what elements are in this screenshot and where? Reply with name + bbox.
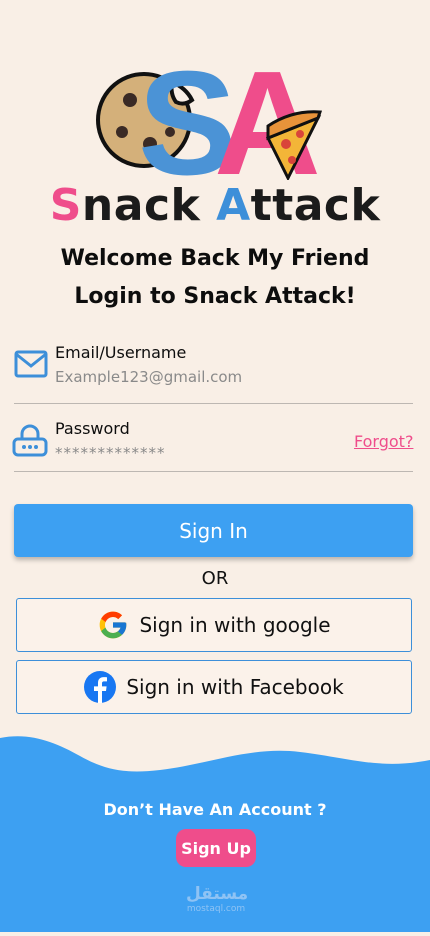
no-account-text: Don’t Have An Account ? [103, 800, 327, 819]
brand-letter-a: A [216, 180, 251, 231]
brand-letter-s: S [49, 180, 82, 231]
brand-word-ttack: ttack [250, 180, 381, 231]
facebook-sign-in-button[interactable]: Sign in with Facebook [16, 660, 412, 714]
welcome-heading: Welcome Back My Friend [60, 246, 370, 271]
mostaql-watermark: مستقل mostaql.com [186, 884, 249, 914]
or-separator: OR [201, 568, 229, 589]
password-label: Password [55, 419, 130, 438]
sign-up-button[interactable]: Sign Up [176, 829, 256, 867]
forgot-password-link[interactable]: Forgot? [354, 432, 413, 451]
watermark-latin: mostaql.com [186, 904, 246, 914]
brand-name: Snack Attack [0, 178, 430, 234]
google-icon [97, 609, 129, 641]
brand-word-nack: nack [81, 180, 217, 231]
password-field[interactable]: ************* [55, 444, 335, 466]
facebook-sign-in-label: Sign in with Facebook [126, 675, 344, 699]
email-field[interactable]: Example123@gmail.com [55, 368, 395, 390]
lock-icon [12, 424, 48, 462]
watermark-arabic: مستقل [186, 884, 249, 904]
password-divider [14, 471, 413, 472]
google-sign-in-button[interactable]: Sign in with google [16, 598, 412, 652]
email-label: Email/Username [55, 343, 187, 362]
snack-attack-logo: S A [92, 41, 332, 206]
sign-in-button[interactable]: Sign In [14, 504, 413, 557]
login-subheading: Login to Snack Attack! [74, 284, 356, 309]
facebook-icon [84, 671, 117, 703]
envelope-icon [14, 350, 48, 382]
email-divider [14, 403, 413, 404]
google-sign-in-label: Sign in with google [139, 613, 331, 637]
